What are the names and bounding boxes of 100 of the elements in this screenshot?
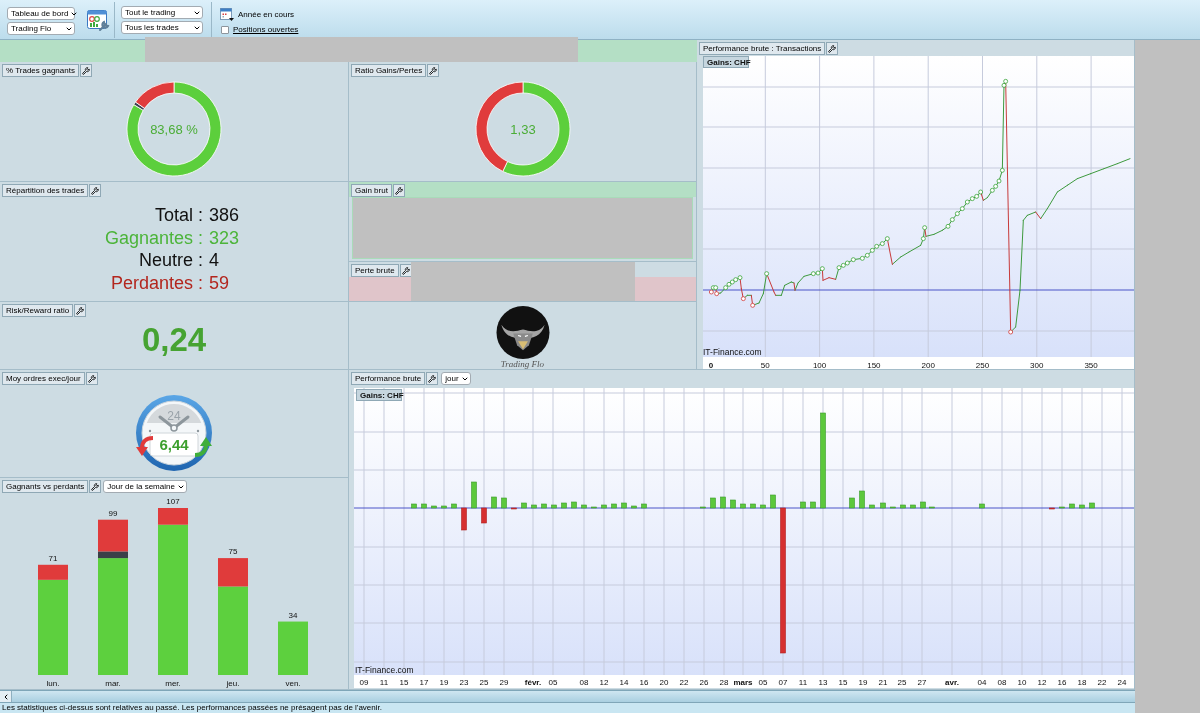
gain-bar [641,503,647,509]
logo-text: Trading Flo [500,359,545,369]
stat-label: Perdantes : [110,271,203,294]
gain-bar [750,503,756,509]
donut-center-value: 83,68 % [150,122,198,137]
gain-bar [441,505,447,509]
gain-bar [421,503,427,509]
up-arrow-icon [194,437,212,457]
gain-bar [700,506,706,509]
dropdown[interactable]: Trading Flo [7,22,75,35]
wrench-button[interactable] [79,64,92,77]
category-label: mer. [165,679,181,688]
axis-label: 15 [399,678,409,687]
gain-bar [451,503,457,509]
axis-label: 20 [659,678,669,687]
wrench-button[interactable] [392,184,405,197]
gain-bar [710,497,716,509]
wrench-button[interactable] [426,372,439,385]
axis-label: 13 [818,678,828,687]
period-label: Année en cours [238,9,295,20]
loss-bar [461,507,467,531]
scroll-left-button[interactable] [0,691,12,702]
axis-label: 150 [867,361,881,369]
win-marker [764,271,770,277]
axis-label: 22 [679,678,689,687]
gain-bar [1089,502,1095,509]
down-arrow-icon [136,436,154,456]
loss-segment [924,227,927,237]
axis-label: mars [733,678,753,687]
axis-label: 12 [599,678,609,687]
gain-bar [571,501,577,509]
panel-title: Risk/Reward ratio [2,304,74,317]
gain-bar [859,490,865,509]
calendar-icon[interactable] [220,8,234,21]
checkbox[interactable] [221,26,229,34]
loss-bar [1049,507,1055,510]
gain-bar [910,504,916,509]
gain-bar [621,502,627,509]
axis-label: 17 [419,678,429,687]
wrench-icon [429,66,438,75]
gain-bar [471,481,477,509]
bar-total-label: 107 [166,497,180,506]
axis-label: 0 [708,361,714,369]
dropdown[interactable]: jour [441,372,471,385]
axis-label: 15 [838,678,848,687]
wrench-button[interactable] [826,42,839,55]
bar-total-label: 71 [48,553,58,563]
bar-total-label: 99 [108,508,118,518]
dropdown[interactable]: Tout le trading [121,6,203,19]
wrench-button[interactable] [399,264,412,277]
axis-label: 23 [459,678,469,687]
gain-bar [869,504,875,509]
loss-segment [793,282,796,291]
panel-title: Répartition des trades [2,184,89,197]
panel-title: Ratio Gains/Pertes [351,64,427,77]
loss-bar [511,507,517,510]
unit-label: Gains: CHF [356,389,404,401]
wrench-button[interactable] [89,184,102,197]
axis-label: 16 [639,678,649,687]
gain-bar [800,501,806,509]
gain-bar [601,504,607,509]
checkbox-label[interactable]: Positions ouvertes [233,25,299,35]
gain-bar [890,506,896,509]
axis-label: 08 [997,678,1007,687]
dropdown[interactable]: Tous les trades [121,21,203,34]
axis-label: 28 [719,678,729,687]
panel-title: Performance brute [351,372,426,385]
wrench-icon [87,374,96,383]
wrench-button[interactable] [89,480,102,493]
wrench-icon [91,186,100,195]
axis-label: 200 [921,361,935,369]
chart-wrench-icon[interactable] [87,10,110,32]
loss-segment [1035,211,1042,220]
axis-label: 09 [359,678,369,687]
dropdown[interactable]: Jour de la semaine [103,480,187,493]
axis-label: 10 [1017,678,1027,687]
bar-total-label: 75 [228,547,238,557]
axis-label: 29 [499,678,509,687]
axis-label: 22 [1097,678,1107,687]
stat-value: 323 [209,226,240,249]
gain-bar [730,499,736,509]
wrench-button[interactable] [74,304,87,317]
category-label: mar. [105,679,121,688]
wrench-button[interactable] [85,372,98,385]
gain-bar [551,504,557,509]
gain-bar [760,504,766,509]
axis-label: 21 [878,678,888,687]
gain-bar [1069,503,1075,509]
wrench-button[interactable] [427,64,440,77]
dropdown[interactable]: Tableau de bord [7,7,75,20]
bar-total-label: 34 [288,610,298,620]
axis-label: 11 [379,678,389,687]
stat-label: Gagnantes : [104,226,203,249]
category-label: ven. [285,679,301,688]
gain-bar [720,496,726,509]
panel-title: Moy ordres exec/jour [2,372,85,385]
risk-reward-value: 0,24 [141,321,207,359]
value-plate [149,432,199,457]
source-label: IT-Finance.com [703,347,762,357]
axis-label: 350 [1084,361,1098,369]
